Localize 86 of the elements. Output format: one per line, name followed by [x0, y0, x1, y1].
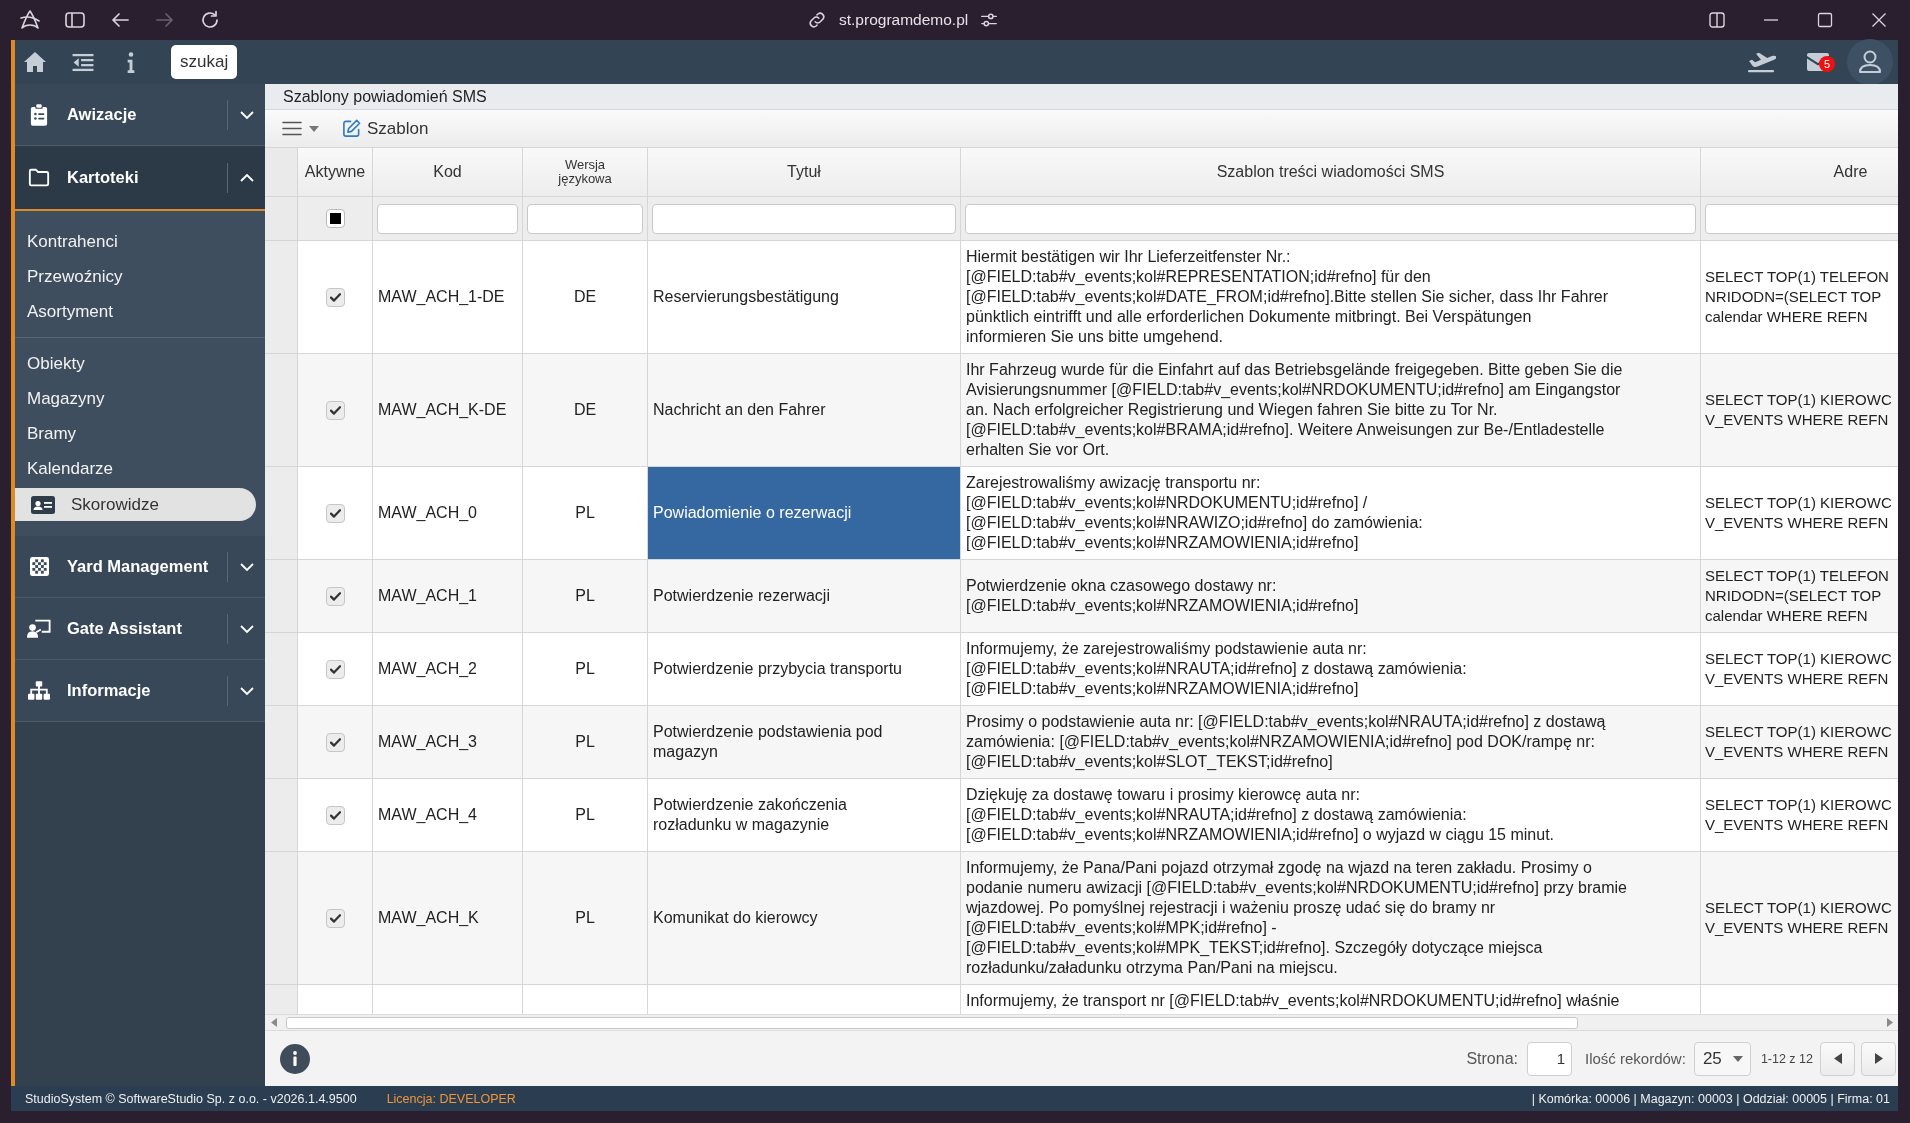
presentation-icon	[27, 619, 51, 638]
copyright-text: StudioSystem © SoftwareStudio Sp. z o.o. - v2026.1.4.9500	[25, 1091, 357, 1106]
sidebar-section[interactable]: Informacje	[15, 660, 265, 722]
checkbox[interactable]	[325, 400, 345, 420]
mail-badge: 5	[1819, 56, 1835, 72]
filled-square-icon	[329, 213, 341, 224]
edit-icon	[342, 119, 361, 138]
home-icon[interactable]	[23, 51, 47, 73]
table-cell: Powiadomienie o rezerwacji	[648, 467, 961, 560]
checkbox[interactable]	[325, 586, 345, 606]
sidebar-section[interactable]: Gate Assistant	[15, 598, 265, 660]
caret-down-icon[interactable]	[309, 125, 319, 132]
sidebar-item[interactable]: Obiekty	[15, 346, 265, 381]
split-view-icon[interactable]	[1709, 12, 1725, 28]
search-button[interactable]: szukaj	[171, 45, 238, 79]
scrollbar-thumb[interactable]	[286, 1016, 1578, 1029]
checkmark-icon	[329, 737, 341, 747]
checkbox[interactable]	[325, 503, 345, 523]
user-icon[interactable]	[1847, 39, 1893, 85]
outdent-icon[interactable]	[72, 52, 94, 72]
info-icon[interactable]	[280, 1043, 310, 1074]
browser-logo-icon[interactable]	[19, 9, 41, 31]
sidebar-item[interactable]: Kalendarze	[15, 451, 265, 486]
checkbox[interactable]	[325, 209, 345, 228]
checkbox[interactable]	[325, 805, 345, 825]
checkmark-icon	[329, 664, 341, 674]
page-title: Szablony powiadomień SMS	[283, 87, 487, 106]
status-info-text: | Komórka: 00006 | Magazyn: 00003 | Oddział: 00005 | Firma: 01	[1531, 1091, 1890, 1106]
sliders-icon[interactable]	[980, 11, 999, 29]
sidebar-item[interactable]: Kontrahenci	[15, 224, 265, 259]
maximize-icon[interactable]	[1817, 12, 1833, 28]
sitemap-icon	[28, 681, 50, 700]
chevron-up-icon	[239, 173, 254, 182]
page-size-label: Ilość rekordów:	[1585, 1050, 1686, 1067]
chevron-down-icon	[239, 624, 254, 633]
chevron-down-icon	[239, 110, 254, 119]
link-icon[interactable]	[807, 10, 827, 30]
filter-field[interactable]	[965, 203, 1696, 234]
chevron-down-icon	[239, 686, 254, 695]
info-icon[interactable]	[127, 51, 135, 73]
folder-icon	[28, 168, 50, 187]
next-page-button[interactable]	[1861, 1041, 1896, 1076]
sidebar-section[interactable]: Yard Management	[15, 536, 265, 598]
scroll-right-arrow-icon	[1887, 1018, 1893, 1027]
checkmark-icon	[329, 591, 341, 601]
sidebar-toggle-icon[interactable]	[64, 9, 86, 31]
sidebar-section[interactable]: Awizacje	[15, 84, 265, 146]
sidebar-item[interactable]: Przewoźnicy	[15, 259, 265, 294]
checkbox[interactable]	[325, 732, 345, 752]
checkbox[interactable]	[325, 659, 345, 679]
checkbox[interactable]	[325, 908, 345, 928]
caret-right-icon	[1874, 1053, 1883, 1064]
checkmark-icon	[329, 913, 341, 923]
reload-icon[interactable]	[199, 9, 221, 31]
sidebar-item[interactable]: Magazyny	[15, 381, 265, 416]
sidebar-item[interactable]: Skorowidze	[15, 488, 256, 521]
license-text: Licencja: DEVELOPER	[386, 1091, 516, 1106]
scroll-left-arrow-icon	[271, 1018, 277, 1027]
caret-down-icon	[1732, 1055, 1743, 1062]
chevron-down-icon	[239, 562, 254, 571]
menu-icon[interactable]	[282, 121, 302, 136]
page-field[interactable]: 1	[1527, 1041, 1572, 1076]
clipboard-icon	[30, 103, 48, 126]
close-icon[interactable]	[1871, 12, 1887, 28]
airplane-icon[interactable]	[1746, 51, 1776, 73]
template-button[interactable]: Szablon	[338, 116, 433, 141]
horizontal-scrollbar[interactable]	[265, 1014, 1898, 1030]
filter-field[interactable]	[377, 203, 518, 234]
page-size-dropdown[interactable]: 25	[1693, 1041, 1751, 1076]
page-label: Strona:	[1466, 1049, 1518, 1068]
url-text[interactable]: st.programdemo.pl	[839, 11, 969, 29]
checkered-square-icon	[29, 557, 49, 576]
filter-field[interactable]	[652, 203, 956, 234]
sidebar-section[interactable]: Kartoteki	[15, 146, 265, 211]
checkmark-icon	[329, 405, 341, 415]
checkmark-icon	[329, 292, 341, 302]
record-range-text: 1-12 z 12	[1760, 1051, 1813, 1066]
caret-left-icon	[1833, 1053, 1842, 1064]
sidebar-item[interactable]: Asortyment	[15, 294, 265, 329]
checkmark-icon	[329, 508, 341, 518]
sidebar-item[interactable]: Bramy	[15, 416, 265, 451]
filter-field[interactable]	[527, 203, 643, 234]
checkbox[interactable]	[325, 287, 345, 307]
checkmark-icon	[329, 810, 341, 820]
id-card-icon	[31, 495, 55, 514]
previous-page-button[interactable]	[1820, 1041, 1855, 1076]
